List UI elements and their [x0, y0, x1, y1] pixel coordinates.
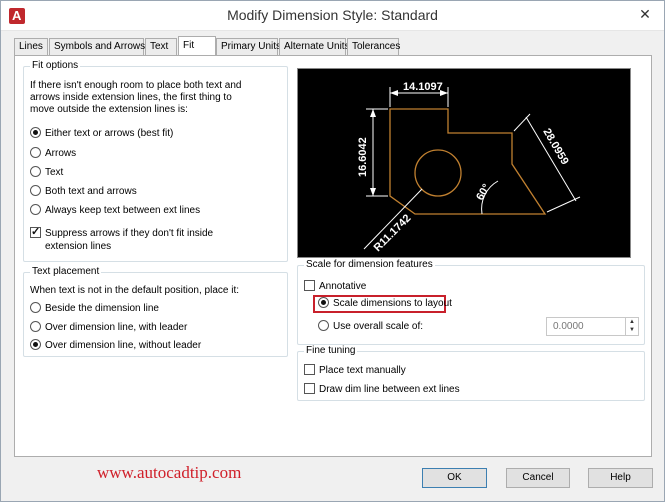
- fit-options-group: Fit options If there isn't enough room t…: [23, 60, 288, 262]
- radio-beside-dimension-line[interactable]: Beside the dimension line: [30, 301, 159, 316]
- dim-text-top: 14.1097: [403, 81, 443, 93]
- close-button[interactable]: ✕: [638, 7, 652, 21]
- fit-description-line: arrows inside extension lines, the first…: [30, 92, 232, 103]
- radio-best-fit[interactable]: Either text or arrows (best fit): [30, 126, 174, 141]
- radio-label: Arrows: [45, 148, 77, 159]
- preview-drawing: 14.1097 16.6042 28.0959 60° R11.1742: [357, 81, 581, 254]
- radio-overall-scale[interactable]: Use overall scale of:: [318, 319, 424, 334]
- tab-tolerances[interactable]: Tolerances: [347, 38, 400, 55]
- fine-tuning-group: Fine tuning Place text manually Draw dim…: [297, 345, 645, 401]
- fine-tuning-title: Fine tuning: [304, 345, 358, 356]
- radio-label: Either text or arrows (best fit): [45, 128, 174, 139]
- checkbox-label: Suppress arrows if they don't fit inside: [45, 228, 214, 239]
- radio-indicator: [30, 338, 41, 350]
- checkbox-indicator: [30, 225, 41, 239]
- watermark-link: www.autocadtip.com: [97, 463, 242, 482]
- fit-tab-panel: Fit options If there isn't enough room t…: [14, 55, 652, 457]
- fit-description-line: If there isn't enough room to place both…: [30, 80, 242, 91]
- radio-keep-text-between[interactable]: Always keep text between ext lines: [30, 203, 201, 218]
- radio-indicator: [30, 184, 41, 196]
- checkbox-indicator: [304, 279, 315, 291]
- suppress-arrows-checkbox[interactable]: Suppress arrows if they don't fit inside: [30, 225, 214, 241]
- tab-lines[interactable]: Lines: [14, 38, 48, 55]
- dim-text-right: 28.0959: [540, 127, 570, 167]
- chevron-down-icon[interactable]: ▼: [626, 326, 638, 334]
- chevron-up-icon[interactable]: ▲: [626, 318, 638, 326]
- dialog-title: Modify Dimension Style: Standard: [227, 7, 438, 23]
- radio-label: Both text and arrows: [45, 186, 137, 197]
- scale-group-title: Scale for dimension features: [304, 259, 435, 270]
- text-placement-title: Text placement: [30, 266, 102, 277]
- tab-alternate-units[interactable]: Alternate Units: [279, 38, 350, 55]
- tab-symbols-and-arrows[interactable]: Symbols and Arrows: [49, 38, 145, 55]
- title-bar: Modify Dimension Style: Standard ✕: [1, 1, 664, 31]
- radio-label: Scale dimensions to layout: [333, 298, 452, 309]
- dim-text-angle: 60°: [474, 182, 493, 202]
- arrowhead: [370, 109, 376, 117]
- checkbox-label-continued: extension lines: [45, 241, 112, 252]
- radio-indicator: [30, 146, 41, 158]
- tab-text[interactable]: Text: [145, 38, 177, 55]
- arrowhead: [370, 188, 376, 196]
- ext-line: [513, 113, 531, 132]
- radio-scale-to-layout[interactable]: Scale dimensions to layout: [318, 296, 452, 311]
- dim-text-left: 16.6042: [357, 137, 369, 177]
- radio-label: Over dimension line, without leader: [45, 340, 202, 351]
- text-placement-group: Text placement When text is not in the d…: [23, 266, 288, 357]
- radio-text[interactable]: Text: [30, 165, 64, 180]
- radio-indicator: [318, 319, 329, 331]
- radio-label: Always keep text between ext lines: [45, 205, 201, 216]
- fit-description-line: move outside the extension lines is:: [30, 104, 188, 115]
- place-text-manually-checkbox[interactable]: Place text manually: [304, 363, 406, 378]
- arrowhead: [390, 90, 398, 96]
- tab-primary-units[interactable]: Primary Units: [216, 38, 281, 55]
- radio-indicator: [30, 203, 41, 215]
- ok-button[interactable]: OK: [422, 468, 487, 488]
- checkbox-indicator: [304, 382, 315, 394]
- dialog-window: Modify Dimension Style: Standard ✕ Lines…: [0, 0, 665, 502]
- radio-indicator: [30, 165, 41, 177]
- radio-label: Text: [45, 167, 64, 178]
- radio-indicator: [30, 126, 41, 138]
- radio-arrows[interactable]: Arrows: [30, 146, 77, 161]
- tab-fit[interactable]: Fit: [178, 36, 216, 55]
- checkbox-label: Draw dim line between ext lines: [319, 384, 460, 395]
- radio-indicator: [30, 301, 41, 313]
- radio-indicator: [30, 320, 41, 332]
- radio-indicator: [318, 296, 329, 308]
- radio-over-with-leader[interactable]: Over dimension line, with leader: [30, 320, 188, 335]
- radio-over-without-leader[interactable]: Over dimension line, without leader: [30, 338, 202, 353]
- radio-both-text-and-arrows[interactable]: Both text and arrows: [30, 184, 137, 199]
- help-button[interactable]: Help: [588, 468, 653, 488]
- checkbox-label: Place text manually: [319, 365, 406, 376]
- scale-group: Scale for dimension features Annotative …: [297, 259, 645, 345]
- cancel-button[interactable]: Cancel: [506, 468, 570, 488]
- annotative-checkbox[interactable]: Annotative: [304, 279, 367, 294]
- radio-label: Over dimension line, with leader: [45, 322, 188, 333]
- fit-options-title: Fit options: [30, 60, 81, 71]
- text-placement-description: When text is not in the default position…: [30, 285, 240, 296]
- overall-scale-value: 0.0000: [553, 321, 584, 332]
- checkbox-label: Annotative: [319, 281, 367, 292]
- radio-label: Beside the dimension line: [45, 303, 159, 314]
- overall-scale-stepper[interactable]: 0.0000 ▲ ▼: [546, 317, 639, 336]
- dim-text-radius: R11.1742: [372, 212, 414, 254]
- radio-label: Use overall scale of:: [333, 321, 424, 332]
- stepper-buttons: ▲ ▼: [625, 318, 638, 335]
- draw-dim-line-checkbox[interactable]: Draw dim line between ext lines: [304, 382, 460, 397]
- dimension-preview: 14.1097 16.6042 28.0959 60° R11.1742: [297, 68, 631, 258]
- checkbox-indicator: [304, 363, 315, 375]
